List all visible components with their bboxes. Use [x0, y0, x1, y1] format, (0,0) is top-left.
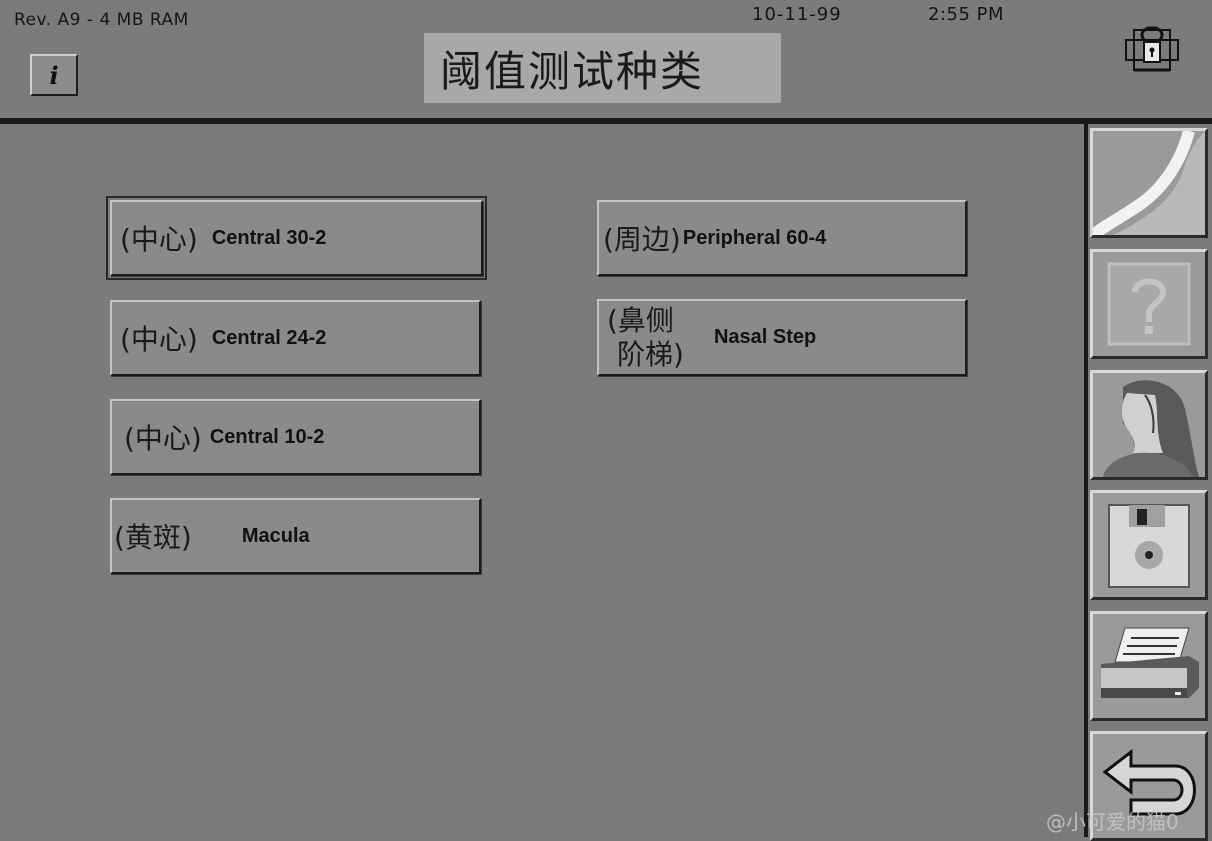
patient-button[interactable] — [1090, 370, 1208, 480]
info-button[interactable]: i — [30, 54, 78, 96]
nasal-step-cn-line2: 阶梯) — [617, 337, 684, 371]
sidebar-divider — [1084, 118, 1088, 837]
central-30-2-cn-label: (中心) — [120, 223, 198, 256]
nasal-step-cn-label: (鼻侧 阶梯) — [607, 304, 684, 372]
date-text: 10-11-99 — [752, 4, 842, 25]
help-question-icon — [1093, 252, 1205, 356]
macula-en-label: Macula — [241, 524, 310, 547]
central-10-2-en-label: Central 10-2 — [209, 425, 325, 448]
floppy-disk-icon — [1093, 493, 1205, 597]
peripheral-60-4-en-label: Peripheral 60-4 — [682, 226, 827, 249]
patient-profile-icon — [1093, 373, 1205, 477]
peripheral-60-4-button[interactable]: (周边) Peripheral 60-4 — [597, 200, 967, 276]
nasal-step-cn-line1: (鼻侧 — [607, 303, 674, 337]
central-30-2-button[interactable]: (中心) Central 30-2 — [106, 196, 487, 280]
help-button[interactable] — [1090, 249, 1208, 359]
header-divider — [0, 118, 1085, 124]
central-10-2-cn-label: (中心) — [124, 422, 202, 455]
header-bar: Rev. A9 - 4 MB RAM 10-11-99 2:55 PM i 阈值… — [0, 0, 1212, 118]
central-24-2-button[interactable]: (中心) Central 24-2 — [110, 300, 481, 376]
macula-cn-label: (黄斑) — [114, 521, 192, 554]
page-title: 阈值测试种类 — [424, 33, 781, 103]
save-button[interactable] — [1090, 490, 1208, 600]
printer-icon — [1093, 614, 1205, 718]
field-curve-button[interactable] — [1090, 128, 1208, 238]
nasal-step-button[interactable]: (鼻侧 阶梯) Nasal Step — [597, 299, 967, 376]
revision-text: Rev. A9 - 4 MB RAM — [14, 10, 189, 30]
central-24-2-cn-label: (中心) — [120, 323, 198, 356]
peripheral-60-4-cn-label: (周边) — [603, 223, 681, 256]
print-button[interactable] — [1090, 611, 1208, 721]
time-text: 2:55 PM — [928, 4, 1005, 25]
watermark-text: @小可爱的猫0 — [1046, 810, 1179, 834]
info-icon: i — [49, 60, 59, 90]
lock-icon[interactable] — [1122, 26, 1182, 76]
central-24-2-en-label: Central 24-2 — [211, 326, 327, 349]
macula-button[interactable]: (黄斑) Macula — [110, 498, 481, 574]
central-30-2-en-label: Central 30-2 — [211, 226, 327, 249]
central-10-2-button[interactable]: (中心) Central 10-2 — [110, 399, 481, 475]
field-curve-icon — [1093, 131, 1205, 235]
sidebar-top-divider — [1085, 118, 1212, 124]
nasal-step-en-label: Nasal Step — [713, 326, 817, 348]
